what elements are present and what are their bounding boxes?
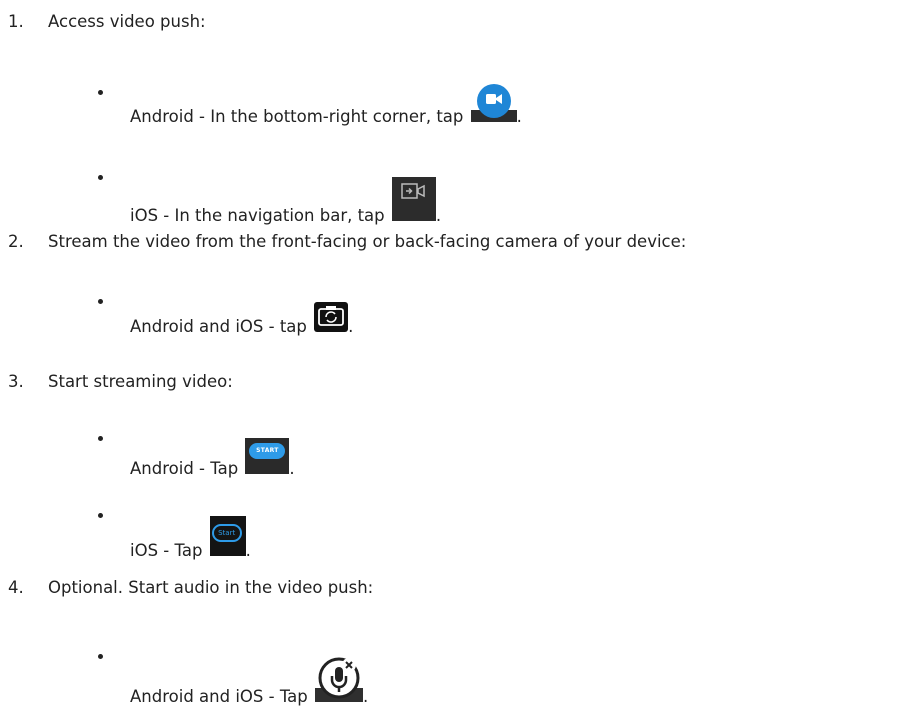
- video-camera-icon: [470, 84, 517, 122]
- microphone-muted-icon: [315, 656, 363, 702]
- bullet-text: iOS - In the navigation bar, tap: [130, 206, 385, 225]
- bullet-text: Android and iOS - tap: [130, 317, 307, 336]
- bullet-text: Android - Tap: [130, 459, 239, 478]
- video-push-icon: [391, 177, 436, 221]
- step-number: 1.: [8, 12, 24, 31]
- bullet-text: Android - In the bottom-right corner, ta…: [130, 107, 464, 126]
- step-text: Optional. Start audio in the video push:: [48, 578, 374, 597]
- step-number: 3.: [8, 372, 24, 391]
- step-text: Stream the video from the front-facing o…: [48, 232, 687, 251]
- start-button-icon: Start: [209, 516, 246, 556]
- bullet-dot: [98, 513, 103, 518]
- instructions-page: 1. Access video push: Android - In the b…: [8, 12, 687, 706]
- camera-switch-icon: [314, 302, 349, 332]
- bullet-text: iOS - Tap: [130, 541, 203, 560]
- step-number: 2.: [8, 232, 24, 251]
- bullet-dot: [98, 436, 103, 441]
- bullet-dot: [98, 90, 103, 95]
- bullet-dot: [98, 654, 103, 659]
- bullet-dot: [98, 175, 103, 180]
- bullet-text: Android and iOS - Tap: [130, 687, 308, 706]
- step-number: 4.: [8, 578, 24, 597]
- start-button-icon: START: [245, 438, 290, 474]
- step-text: Access video push:: [48, 12, 206, 31]
- bullet-dot: [98, 299, 103, 304]
- step-text: Start streaming video:: [48, 372, 233, 391]
